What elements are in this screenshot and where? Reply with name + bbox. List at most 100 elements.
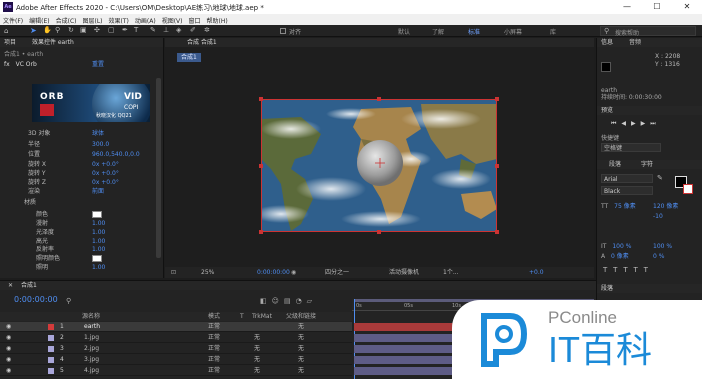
tab-effect-controls[interactable]: 效果控件 earth <box>32 39 74 46</box>
workspace-tab-1[interactable]: 了解 <box>432 27 444 36</box>
effect-property-value[interactable]: 球体 <box>92 129 104 138</box>
font-size-row[interactable]: TT 75 像素 <box>601 202 636 211</box>
effect-property-row[interactable]: 半径 300.0 <box>6 140 109 149</box>
tab-preview[interactable]: 预览 <box>601 107 613 114</box>
layer-mode-dropdown[interactable]: 正常 <box>208 322 220 332</box>
visibility-eye-icon[interactable]: ◉ <box>6 355 11 365</box>
layer-color-label[interactable] <box>48 324 54 330</box>
type-tool-icon[interactable]: T <box>134 26 138 34</box>
tab-info[interactable]: 信息 <box>601 39 613 46</box>
menu-item-1[interactable]: 编辑(E) <box>26 14 52 25</box>
visibility-eye-icon[interactable]: ◉ <box>6 322 11 332</box>
layer-parent-dropdown[interactable]: 无 <box>298 344 304 354</box>
table-row[interactable]: ◉ 3 2.jpg 正常 无 无 <box>0 344 352 354</box>
baseline-value[interactable]: 0 像素 <box>611 253 629 260</box>
exposure-value[interactable]: +0.0 <box>529 267 544 278</box>
baseline-row[interactable]: A 0 像素 <box>601 252 629 261</box>
menu-item-6[interactable]: 视图(V) <box>159 14 186 25</box>
layer-parent-dropdown[interactable]: 无 <box>298 333 304 343</box>
handle-bc[interactable] <box>377 230 381 234</box>
roto-brush-icon[interactable]: ✐ <box>190 26 196 34</box>
table-row[interactable]: ◉ 4 3.jpg 正常 无 无 <box>0 355 352 365</box>
zoom-tool-icon[interactable]: ⚲ <box>55 26 60 34</box>
color-swatch[interactable] <box>92 255 102 262</box>
faux-bold-button[interactable]: T <box>603 266 613 274</box>
last-frame-icon[interactable]: ⏭ <box>650 120 660 127</box>
workspace-tab-3[interactable]: 小屏幕 <box>504 27 522 36</box>
tab-composition[interactable]: 合成 合成1 <box>187 39 217 46</box>
shy-icon[interactable]: ☺ <box>272 297 284 305</box>
horizontal-scale-value[interactable]: 100 % <box>653 243 672 250</box>
workspace-tab-4[interactable]: 库 <box>550 27 556 36</box>
puppet-tool-icon[interactable]: ✲ <box>204 26 210 34</box>
tab-project[interactable]: 项目 <box>4 39 16 46</box>
motion-blur-icon[interactable]: ◔ <box>296 297 307 305</box>
effect-property-row[interactable]: 反射率 1.00 <box>14 245 105 254</box>
effect-property-row[interactable]: 光泽度 1.00 <box>14 228 105 237</box>
resolution-dropdown[interactable]: 四分之一 <box>325 267 349 278</box>
effect-property-row[interactable]: 漫射 1.00 <box>14 219 105 228</box>
table-row[interactable]: ◉ 1 earth 正常 无 <box>0 322 352 332</box>
close-timeline-icon[interactable]: ✕ <box>8 282 13 289</box>
graph-editor-icon[interactable]: ▱ <box>307 297 317 305</box>
effect-property-value[interactable]: 1.00 <box>92 263 105 272</box>
reset-link[interactable]: 重置 <box>92 60 104 69</box>
menu-item-8[interactable]: 帮助(H) <box>204 14 231 25</box>
menu-item-7[interactable]: 窗口 <box>185 14 203 25</box>
play-icon[interactable]: ▶ <box>631 120 641 127</box>
frame-blend-icon[interactable]: ▤ <box>284 297 296 305</box>
menu-item-2[interactable]: 合成(C) <box>53 14 80 25</box>
layer-color-label[interactable] <box>48 357 54 363</box>
shortcut-dropdown[interactable]: 空格键 <box>601 143 661 152</box>
layer-trkmat-dropdown[interactable]: 无 <box>254 344 260 354</box>
timeline-timecode[interactable]: 0:00:00:00 <box>14 295 58 304</box>
effect-property-row[interactable]: 照明颜色 <box>14 254 60 263</box>
layer-name[interactable]: 2.jpg <box>84 344 99 354</box>
tab-paragraph[interactable]: 段落 <box>609 161 621 168</box>
menu-item-3[interactable]: 图层(L) <box>80 14 106 25</box>
effect-property-value[interactable]: 0x +0.0° <box>92 160 119 169</box>
handle-tr[interactable] <box>495 97 499 101</box>
stamp-tool-icon[interactable]: ⊥ <box>163 26 169 34</box>
leading-row[interactable]: 120 像素 <box>653 202 678 211</box>
layer-name[interactable]: 4.jpg <box>84 366 99 376</box>
layer-trkmat-dropdown[interactable]: 无 <box>254 355 260 365</box>
handle-tc[interactable] <box>377 97 381 101</box>
timeline-search-icon[interactable]: ⚲ <box>66 297 71 305</box>
table-row[interactable]: ◉ 2 1.jpg 正常 无 无 <box>0 333 352 343</box>
layer-color-label[interactable] <box>48 346 54 352</box>
effect-property-row[interactable]: 旋转 X 0x +0.0° <box>6 160 119 169</box>
visibility-eye-icon[interactable]: ◉ <box>6 366 11 376</box>
draft-3d-icon[interactable]: ◧ <box>260 297 272 305</box>
tsume-value[interactable]: 0 % <box>653 253 664 260</box>
faux-italic-button[interactable]: T <box>613 266 623 274</box>
menu-item-0[interactable]: 文件(F) <box>0 14 26 25</box>
prev-frame-icon[interactable]: ◀ <box>621 120 631 127</box>
align-checkbox[interactable] <box>280 28 286 34</box>
tsume-row[interactable]: 0 % <box>653 252 664 261</box>
vertical-scale-row[interactable]: IT 100 % <box>601 242 631 251</box>
tracking-row[interactable]: -10 <box>653 212 663 221</box>
horizontal-scale-row[interactable]: 100 % <box>653 242 672 251</box>
eyedropper-icon[interactable]: ✎ <box>657 174 663 182</box>
first-frame-icon[interactable]: ⏮ <box>611 120 621 127</box>
effect-property-value[interactable]: 1.00 <box>92 219 105 228</box>
tab-timeline-comp[interactable]: 合成1 <box>21 282 37 289</box>
camera-tool-icon[interactable]: ▣ <box>80 26 87 34</box>
handle-tl[interactable] <box>259 97 263 101</box>
effect-property-row[interactable]: 位置 960.0,540.0,0.0 <box>6 150 140 159</box>
fx-icon[interactable]: fx <box>4 61 10 68</box>
search-help-field[interactable]: ⚲ 搜索帮助 <box>600 26 696 37</box>
col-t[interactable]: T <box>240 312 244 321</box>
layer-name[interactable]: earth <box>84 322 100 332</box>
menu-item-5[interactable]: 动画(A) <box>132 14 159 25</box>
layer-color-label[interactable] <box>48 368 54 374</box>
effect-property-row[interactable]: 旋转 Y 0x +0.0° <box>6 169 119 178</box>
vertical-scale-value[interactable]: 100 % <box>612 243 631 250</box>
rotate-tool-icon[interactable]: ↻ <box>68 26 74 34</box>
effect-property-row[interactable]: 渲染 前面 <box>6 187 104 196</box>
stroke-color-swatch[interactable] <box>683 184 693 194</box>
font-size-value[interactable]: 75 像素 <box>614 203 636 210</box>
minimize-button[interactable]: — <box>616 1 638 13</box>
tracking-value[interactable]: -10 <box>653 213 663 220</box>
